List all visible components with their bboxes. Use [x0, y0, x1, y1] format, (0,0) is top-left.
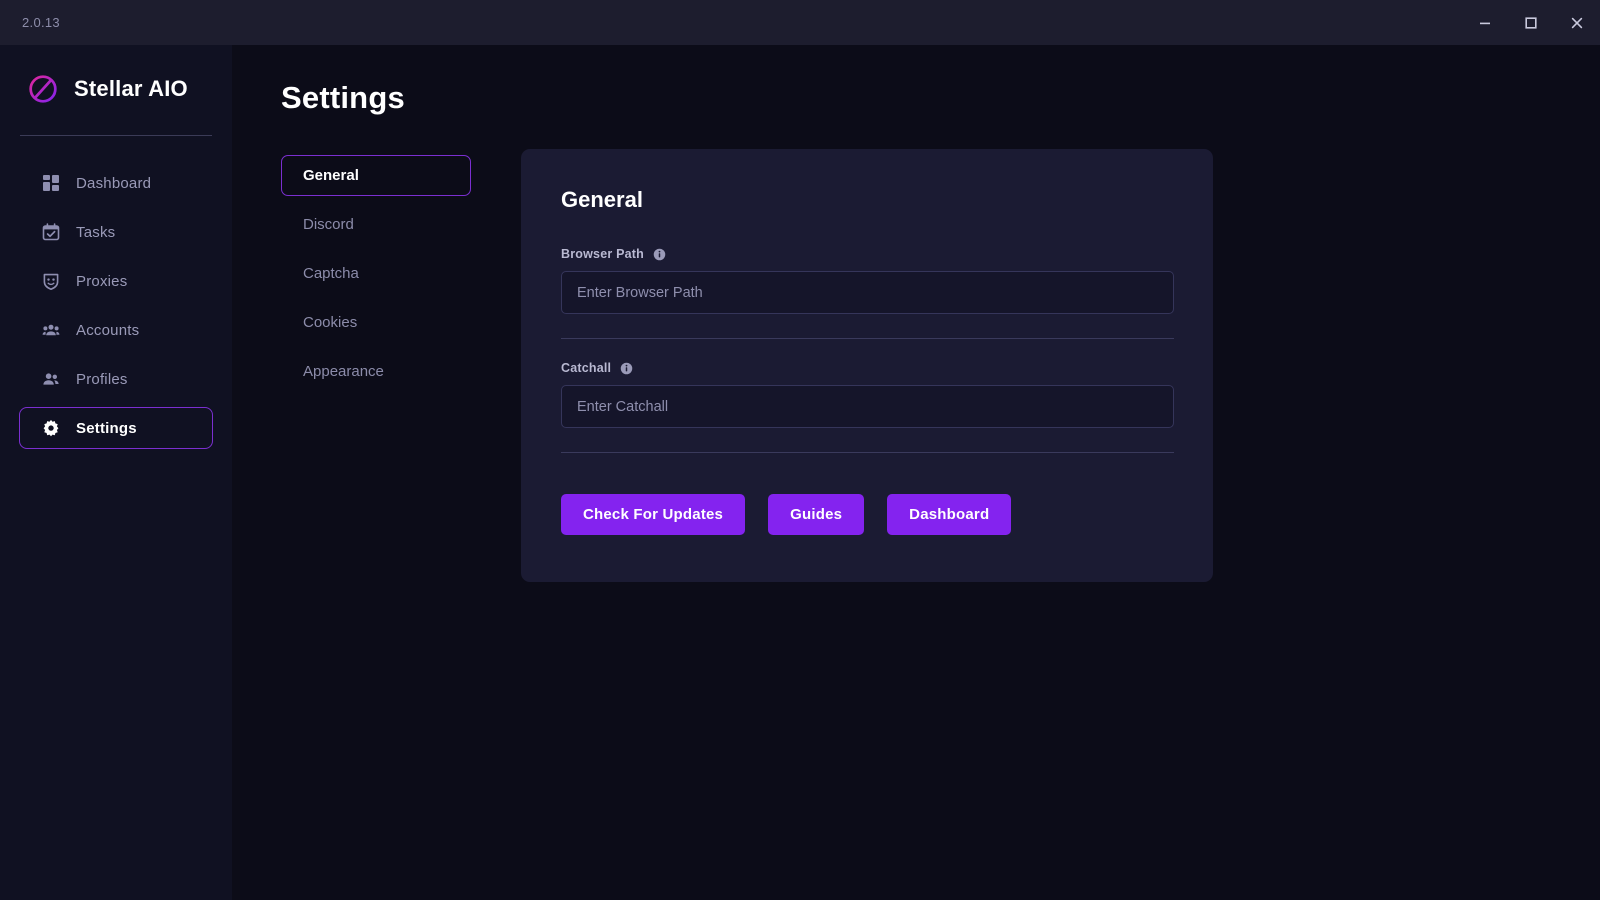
main-content: Settings General Discord Captcha Cookies… [232, 45, 1600, 900]
info-icon[interactable] [620, 362, 633, 375]
sidebar-item-label: Tasks [76, 224, 115, 241]
sidebar-divider [20, 135, 212, 136]
tab-general[interactable]: General [281, 155, 471, 196]
sidebar-item-label: Settings [76, 420, 137, 437]
dashboard-button[interactable]: Dashboard [887, 494, 1011, 535]
browser-path-label-row: Browser Path [561, 247, 1174, 261]
people-icon [41, 370, 60, 389]
card-title: General [561, 187, 643, 213]
tab-captcha[interactable]: Captcha [281, 253, 471, 294]
window-controls [1462, 0, 1600, 45]
page-title: Settings [281, 80, 405, 116]
sidebar-item-label: Proxies [76, 273, 127, 290]
sidebar-item-settings[interactable]: Settings [19, 407, 213, 449]
sidebar: Stellar AIO Dashboard [0, 45, 232, 900]
close-button[interactable] [1554, 0, 1600, 45]
brand: Stellar AIO [0, 45, 232, 106]
sidebar-item-profiles[interactable]: Profiles [19, 358, 213, 400]
general-settings-card: General Browser Path Catchall [521, 149, 1213, 582]
info-icon[interactable] [653, 248, 666, 261]
sidebar-item-label: Accounts [76, 322, 139, 339]
browser-path-label: Browser Path [561, 247, 644, 261]
mask-icon [41, 272, 60, 291]
maximize-button[interactable] [1508, 0, 1554, 45]
tab-discord[interactable]: Discord [281, 204, 471, 245]
title-bar: 2.0.13 [0, 0, 1600, 45]
guides-button[interactable]: Guides [768, 494, 864, 535]
field-divider-1 [561, 338, 1174, 339]
sidebar-item-tasks[interactable]: Tasks [19, 211, 213, 253]
catchall-label: Catchall [561, 361, 611, 375]
slashed-circle-logo [26, 72, 60, 106]
browser-path-input[interactable] [561, 271, 1174, 314]
calendar-check-icon [41, 223, 60, 242]
sidebar-item-label: Profiles [76, 371, 128, 388]
tab-cookies[interactable]: Cookies [281, 302, 471, 343]
brand-name: Stellar AIO [74, 76, 188, 102]
settings-subtabs: General Discord Captcha Cookies Appearan… [281, 155, 471, 400]
sidebar-item-accounts[interactable]: Accounts [19, 309, 213, 351]
users-icon [41, 321, 60, 340]
sidebar-item-proxies[interactable]: Proxies [19, 260, 213, 302]
grid-icon [41, 174, 60, 193]
browser-path-field-group: Browser Path [561, 247, 1174, 314]
catchall-field-group: Catchall [561, 361, 1174, 428]
close-icon [1570, 16, 1584, 30]
app-version-label: 2.0.13 [22, 15, 60, 30]
sidebar-item-label: Dashboard [76, 175, 151, 192]
minimize-button[interactable] [1462, 0, 1508, 45]
catchall-label-row: Catchall [561, 361, 1174, 375]
maximize-icon [1524, 16, 1538, 30]
app-window: 2.0.13 [0, 0, 1600, 900]
gear-icon [41, 419, 60, 438]
card-button-row: Check For Updates Guides Dashboard [561, 494, 1011, 535]
tab-appearance[interactable]: Appearance [281, 351, 471, 392]
catchall-input[interactable] [561, 385, 1174, 428]
check-for-updates-button[interactable]: Check For Updates [561, 494, 745, 535]
field-divider-2 [561, 452, 1174, 453]
minimize-icon [1478, 16, 1492, 30]
sidebar-nav: Dashboard Tasks [0, 162, 232, 449]
sidebar-item-dashboard[interactable]: Dashboard [19, 162, 213, 204]
